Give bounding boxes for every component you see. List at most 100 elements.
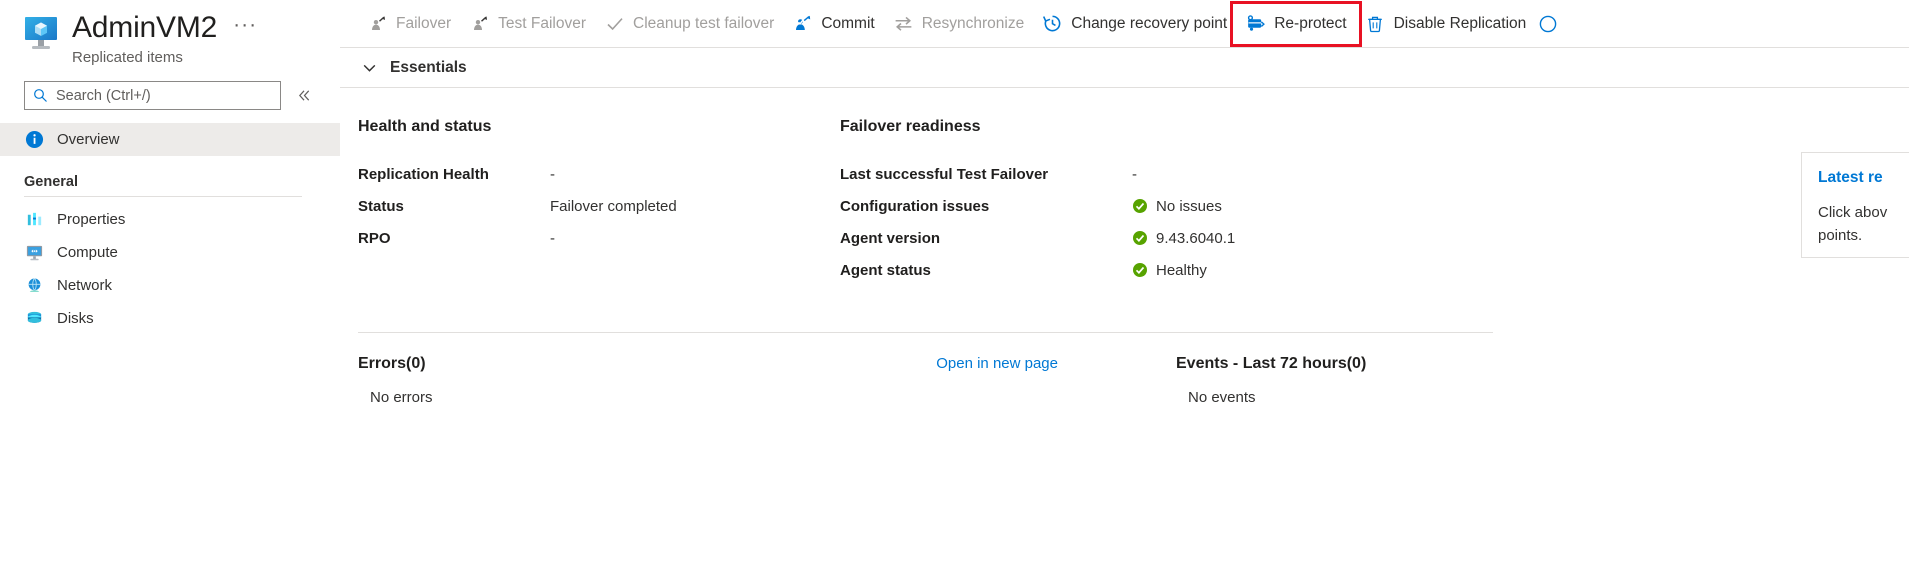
re-protect-button[interactable]: Re-protect xyxy=(1236,7,1355,41)
essentials-label: Essentials xyxy=(390,59,467,77)
success-check-icon xyxy=(1132,262,1148,278)
sidebar-group-general: General xyxy=(0,156,340,196)
compute-icon xyxy=(24,243,44,263)
sidebar-item-label: Compute xyxy=(57,244,118,261)
latest-recovery-points-card: Latest re Click abov points. xyxy=(1801,152,1909,258)
change-recovery-point-button[interactable]: Change recovery point xyxy=(1033,7,1236,41)
open-in-new-page-link[interactable]: Open in new page xyxy=(936,355,1158,372)
page-title: AdminVM2 xyxy=(72,10,217,46)
sidebar-item-label: Network xyxy=(57,277,112,294)
property-key: Agent status xyxy=(840,262,1132,279)
commit-icon xyxy=(792,13,813,34)
network-icon xyxy=(24,276,44,296)
side-card-line2: points. xyxy=(1818,224,1909,247)
disks-icon xyxy=(24,309,44,329)
test-failover-button[interactable]: Test Failover xyxy=(460,7,595,41)
property-value: - xyxy=(550,166,555,183)
property-value: - xyxy=(1132,166,1137,183)
sidebar-item-disks[interactable]: Disks xyxy=(0,302,340,335)
trash-icon xyxy=(1365,13,1386,34)
side-card-line1: Click abov xyxy=(1818,201,1909,224)
property-value-wrap: Healthy xyxy=(1132,262,1207,279)
failover-button[interactable]: Failover xyxy=(358,7,460,41)
resource-sidebar: AdminVM2 ··· Replicated items xyxy=(0,0,340,583)
property-row: Agent status Healthy xyxy=(840,254,1480,286)
property-row: Agent version 9.43.6040.1 xyxy=(840,222,1480,254)
property-value: Failover completed xyxy=(550,198,677,215)
health-and-status-column: Health and status Replication Health - S… xyxy=(358,118,840,286)
sidebar-item-label: Disks xyxy=(57,310,94,327)
azure-portal-blade: AdminVM2 ··· Replicated items xyxy=(0,0,1909,583)
blade-main: Failover Test Failover xyxy=(340,0,1909,583)
search-box[interactable] xyxy=(24,81,281,110)
sidebar-item-compute[interactable]: Compute xyxy=(0,236,340,269)
test-failover-icon xyxy=(469,13,490,34)
toolbar-button-label: Test Failover xyxy=(498,15,586,33)
bottom-section: Errors(0) Open in new page No errors Eve… xyxy=(340,355,1909,406)
more-commands-icon xyxy=(1537,13,1558,34)
resynchronize-button[interactable]: Resynchronize xyxy=(884,7,1034,41)
property-key: RPO xyxy=(358,230,550,247)
errors-heading: Errors(0) xyxy=(358,355,426,373)
resource-title-block: AdminVM2 ··· Replicated items xyxy=(72,10,257,67)
property-key: Agent version xyxy=(840,230,1132,247)
essentials-header[interactable]: Essentials xyxy=(340,48,1909,88)
overflow-command-button[interactable] xyxy=(1535,7,1568,41)
property-row: RPO - xyxy=(358,222,840,254)
chevron-down-icon[interactable] xyxy=(358,59,380,76)
sidebar-item-properties[interactable]: Properties xyxy=(0,203,340,236)
events-heading: Events - Last 72 hours(0) xyxy=(1176,355,1606,373)
property-key: Last successful Test Failover xyxy=(840,166,1132,183)
success-check-icon xyxy=(1132,230,1148,246)
info-icon xyxy=(24,130,44,150)
resource-header: AdminVM2 ··· Replicated items xyxy=(0,0,340,67)
search-input[interactable] xyxy=(56,88,272,104)
sidebar-item-network[interactable]: Network xyxy=(0,269,340,302)
sidebar-item-label: Overview xyxy=(57,131,120,148)
property-value: - xyxy=(550,230,555,247)
section-divider xyxy=(358,332,1493,333)
errors-empty-text: No errors xyxy=(358,389,1158,406)
property-key: Configuration issues xyxy=(840,198,1132,215)
toolbar-button-label: Failover xyxy=(396,15,451,33)
failover-icon xyxy=(367,13,388,34)
errors-panel: Errors(0) Open in new page No errors xyxy=(358,355,1158,406)
more-options-button[interactable]: ··· xyxy=(233,15,257,41)
property-value-wrap: 9.43.6040.1 xyxy=(1132,230,1235,247)
resynchronize-icon xyxy=(893,13,914,34)
property-key: Status xyxy=(358,198,550,215)
property-value-wrap: No issues xyxy=(1132,198,1222,215)
section-heading: Health and status xyxy=(358,118,840,136)
disable-replication-button[interactable]: Disable Replication xyxy=(1356,7,1536,41)
property-row: Replication Health - xyxy=(358,158,840,190)
virtual-machine-icon xyxy=(22,16,62,54)
checkmark-icon xyxy=(604,13,625,34)
chevron-double-left-icon[interactable] xyxy=(291,83,317,109)
commit-button[interactable]: Commit xyxy=(783,7,883,41)
sidebar-nav: Overview General Properties xyxy=(0,123,340,335)
property-row: Status Failover completed xyxy=(358,190,840,222)
events-panel: Events - Last 72 hours(0) No events xyxy=(1176,355,1606,406)
toolbar-button-label: Change recovery point xyxy=(1071,15,1227,33)
properties-icon xyxy=(24,210,44,230)
recovery-point-icon xyxy=(1042,13,1063,34)
property-value: No issues xyxy=(1156,198,1222,215)
toolbar-button-label: Cleanup test failover xyxy=(633,15,774,33)
sidebar-item-label: Properties xyxy=(57,211,125,228)
side-card-title: Latest re xyxy=(1818,169,1909,187)
re-protect-icon xyxy=(1245,13,1266,34)
toolbar-button-label: Disable Replication xyxy=(1394,15,1527,33)
property-key: Replication Health xyxy=(358,166,550,183)
side-card-body: Click abov points. xyxy=(1818,201,1909,247)
property-value: 9.43.6040.1 xyxy=(1156,230,1235,247)
section-heading: Failover readiness xyxy=(840,118,1480,136)
search-icon xyxy=(33,88,49,103)
cleanup-test-failover-button[interactable]: Cleanup test failover xyxy=(595,7,783,41)
property-row: Last successful Test Failover - xyxy=(840,158,1480,190)
sidebar-divider xyxy=(24,196,302,197)
essentials-body: Health and status Replication Health - S… xyxy=(340,88,1909,286)
property-value: Healthy xyxy=(1156,262,1207,279)
search-row xyxy=(0,67,340,110)
toolbar-button-label: Re-protect xyxy=(1274,15,1346,33)
sidebar-item-overview[interactable]: Overview xyxy=(0,123,340,156)
